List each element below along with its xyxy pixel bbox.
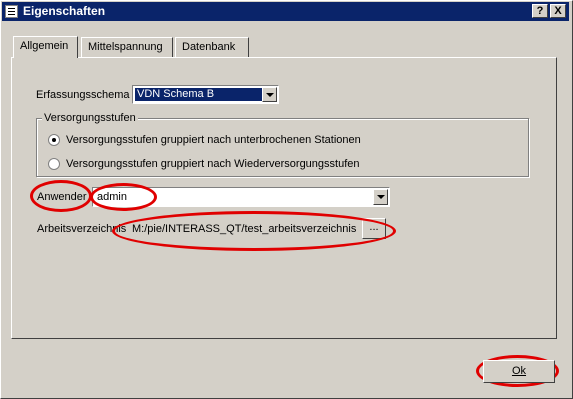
radio-wiederversorgungsstufen-label[interactable]: Versorgungsstufen gruppiert nach Wiederv… [66, 158, 360, 170]
erfassungsschema-label: Erfassungsschema [36, 89, 130, 101]
anwender-value: admin [97, 191, 127, 203]
tab-allgemein[interactable]: Allgemein [13, 36, 78, 58]
chevron-down-icon [266, 93, 274, 97]
arbeitsverzeichnis-value: M:/pie/INTERASS_QT/test_arbeitsverzeichn… [132, 223, 357, 235]
radio-unterbrochene-stationen-label[interactable]: Versorgungsstufen gruppiert nach unterbr… [66, 134, 361, 146]
title-bar[interactable]: Eigenschaften ? X [2, 2, 569, 21]
anwender-combobox[interactable]: admin [92, 187, 390, 207]
tab-mittelspannung[interactable]: Mittelspannung [81, 37, 173, 57]
app-icon [5, 5, 18, 18]
arbeitsverzeichnis-label: Arbeitsverzeichnis [37, 223, 127, 235]
browse-button[interactable]: ... [362, 218, 386, 239]
versorgungsstufen-group-title: Versorgungsstufen [42, 112, 138, 124]
erfassungsschema-dropdown-button[interactable] [262, 87, 277, 102]
ok-button-label: Ok [511, 365, 527, 377]
tab-datenbank[interactable]: Datenbank [175, 37, 249, 57]
radio-unterbrochene-stationen[interactable] [48, 134, 60, 146]
ok-button[interactable]: Ok [483, 360, 555, 383]
anwender-label: Anwender [37, 191, 87, 203]
erfassungsschema-value: VDN Schema B [135, 88, 264, 101]
erfassungsschema-select[interactable]: VDN Schema B [132, 85, 279, 104]
radio-wiederversorgungsstufen[interactable] [48, 158, 60, 170]
close-button[interactable]: X [550, 4, 566, 18]
help-button[interactable]: ? [532, 4, 548, 18]
chevron-down-icon [377, 195, 385, 199]
anwender-dropdown-button[interactable] [373, 189, 388, 205]
window-title: Eigenschaften [23, 4, 106, 18]
